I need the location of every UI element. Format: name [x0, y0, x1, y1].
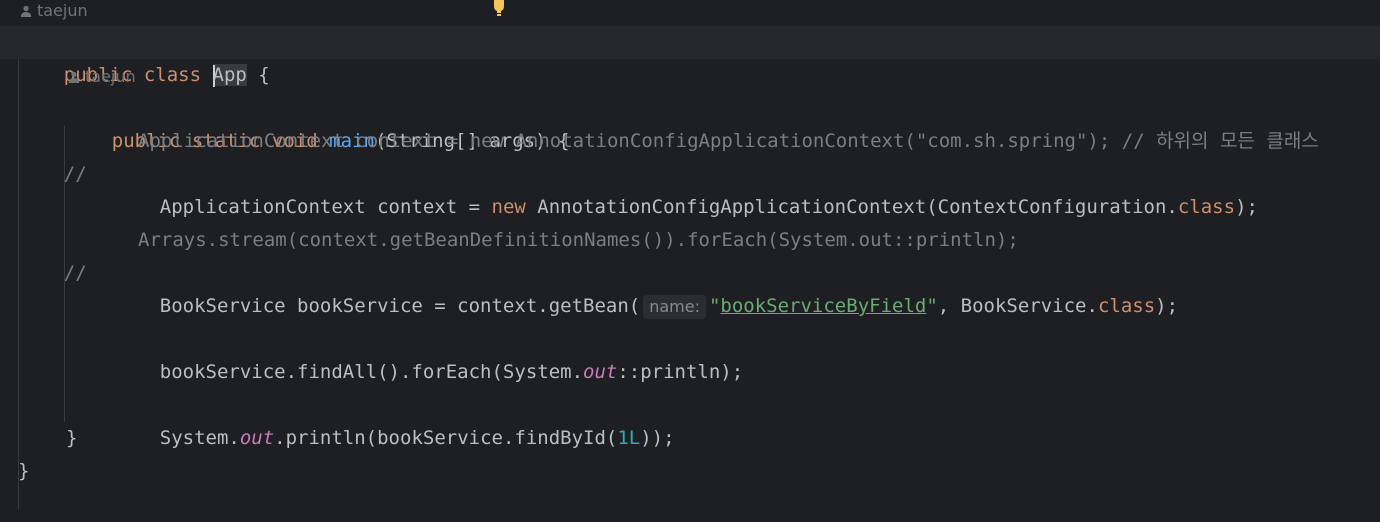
person-icon	[68, 71, 80, 83]
keyword-class: class	[1097, 295, 1156, 317]
keyword-class: class	[143, 64, 202, 86]
keyword-new: new	[491, 196, 526, 218]
code-line-find-all[interactable]: bookService.findAll().forEach(System.out…	[114, 323, 743, 383]
number-literal: 1L	[617, 427, 641, 449]
parameter-name-hint: name:	[643, 294, 706, 319]
bean-name-string-link[interactable]: bookServiceByField	[720, 295, 926, 317]
author-name: taejun	[37, 1, 88, 20]
author-name: taejun	[85, 67, 136, 86]
code-line-comment[interactable]: //	[18, 224, 87, 284]
comment-text: Arrays.stream(context.getBeanDefinitionN…	[138, 229, 1019, 251]
code-line-comment[interactable]: //	[18, 125, 87, 185]
code-editor[interactable]: taejun public class App { taejun public …	[0, 0, 1380, 522]
method-close-brace: }	[66, 427, 78, 449]
person-icon	[20, 5, 32, 17]
static-field-out: out	[239, 427, 275, 449]
class-name-token[interactable]: App	[212, 64, 247, 87]
author-inlay[interactable]: taejun	[20, 0, 88, 22]
code-line-application-context[interactable]: ApplicationContext context = new Annotat…	[114, 158, 1258, 218]
author-inlay[interactable]: taejun	[68, 66, 136, 88]
static-field-out: out	[583, 361, 618, 383]
comment-prefix: //	[63, 262, 87, 284]
code-line-main-declaration[interactable]: public static void main(String[] args) {	[66, 92, 570, 152]
comment-prefix: //	[63, 163, 87, 185]
open-brace: {	[246, 64, 270, 86]
code-line-get-bean[interactable]: BookService bookService = context.getBea…	[114, 257, 1178, 319]
lightbulb-icon[interactable]	[490, 0, 508, 18]
code-line-println[interactable]: System.out.println(bookService.findById(…	[114, 389, 675, 449]
comment-text: ApplicationContext context = new Annotat…	[138, 130, 1319, 152]
keyword-class: class	[1177, 196, 1236, 218]
code-line-class-declaration[interactable]: public class App {	[18, 26, 270, 87]
class-close-brace: }	[18, 460, 30, 482]
